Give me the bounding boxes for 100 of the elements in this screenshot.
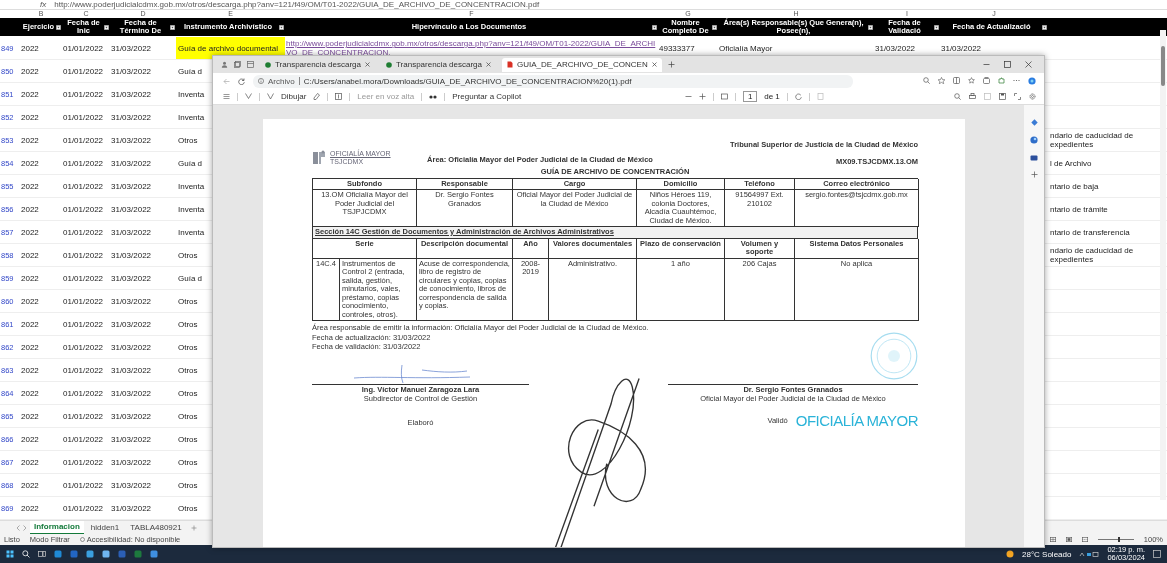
- table-cell: 01/01/2022: [63, 250, 104, 260]
- table-cell: ntario de transferencia: [1050, 227, 1130, 237]
- table-cell: 2022: [21, 135, 39, 145]
- page-count: de 1: [764, 92, 780, 101]
- page-number-field[interactable]: 1: [743, 91, 758, 102]
- table-cell: Guía d: [178, 273, 202, 283]
- table-cell: 31/03/2022: [111, 250, 152, 260]
- formula-text[interactable]: http://www.poderjudicialcdmx.gob.mx/otros/descarga.php?anv=121/f49/OM/T01-2022/GUIA_DE_ARCHIVO_DE_CONCENTRACION.pdf: [54, 0, 540, 9]
- table-cell: Otros: [178, 503, 198, 513]
- table-cell: 2022: [21, 43, 39, 53]
- table-cell: 01/01/2022: [63, 112, 104, 122]
- table-cell: 01/01/2022: [63, 66, 104, 76]
- draw-button[interactable]: Dibujar: [281, 92, 307, 101]
- table-cell: Otros: [178, 457, 198, 467]
- browser-tab[interactable]: GUIA_DE_ARCHIVO_DE_CONCEN: [501, 57, 662, 72]
- browser-tab[interactable]: Transparencia descarga: [381, 57, 496, 72]
- table-cell: 2022: [21, 296, 39, 306]
- table-cell: ndario de caducidad de expedientes: [1050, 246, 1134, 264]
- table-cell: 31/03/2022: [111, 411, 152, 421]
- table-cell: 2022: [21, 204, 39, 214]
- table-cell: 31/03/2022: [111, 112, 152, 122]
- table-cell: 2022: [21, 89, 39, 99]
- table-cell: 2022: [21, 112, 39, 122]
- table-cell: 01/01/2022: [63, 273, 104, 283]
- table-cell: 2022: [21, 388, 39, 398]
- browser-tab[interactable]: Transparencia descarga: [260, 57, 375, 72]
- table-cell: Otros: [178, 296, 198, 306]
- sheet-tab[interactable]: hidden1: [86, 521, 124, 534]
- table-cell: 31/03/2022: [111, 319, 152, 329]
- table-cell: Guía d: [178, 158, 202, 168]
- table-cell: 01/01/2022: [63, 480, 104, 490]
- table-cell: ntario de baja: [1050, 181, 1099, 191]
- table-cell: Otros: [178, 411, 198, 421]
- table-cell: 2022: [21, 158, 39, 168]
- address-bar[interactable]: Archivo C:/Users/anabel.mora/Downloads/GUIA_DE_ARCHIVO_DE_CONCENTRACION%20(1).pdf: [253, 74, 853, 88]
- table-cell: 2022: [21, 250, 39, 260]
- address-scheme: Archivo: [268, 76, 295, 86]
- table-cell: ntario de trámite: [1050, 204, 1108, 214]
- table-cell: 2022: [21, 273, 39, 283]
- table-cell: 31/03/2022: [111, 480, 152, 490]
- table-cell: 49333377: [659, 43, 695, 53]
- table-cell: 31/03/2022: [111, 388, 152, 398]
- table-cell: 31/03/2022: [111, 181, 152, 191]
- table-cell: 31/03/2022: [111, 43, 152, 53]
- table-cell: Guía d: [178, 66, 202, 76]
- table-cell: 2022: [21, 181, 39, 191]
- table-cell: 01/01/2022: [63, 503, 104, 513]
- table-cell: 31/03/2022: [875, 43, 916, 53]
- table-cell: 01/01/2022: [63, 319, 104, 329]
- table-cell: 01/01/2022: [63, 296, 104, 306]
- hyperlink[interactable]: http://www.poderjudicialcdmx.gob.mx/otros/descarga.php?anv=121/f49/OM/T01-2022/GUIA_DE_ARCHIVO_DE_CONCENTRACION.: [286, 39, 657, 57]
- table-cell: 31/03/2022: [111, 457, 152, 467]
- table-cell: 31/03/2022: [111, 296, 152, 306]
- table-cell: 01/01/2022: [63, 388, 104, 398]
- copilot-button[interactable]: Preguntar a Copilot: [452, 92, 522, 101]
- sheet-tab[interactable]: TABLA480921: [126, 521, 186, 534]
- table-cell: 31/03/2022: [111, 89, 152, 99]
- table-cell: 31/03/2022: [111, 66, 152, 76]
- table-cell: 31/03/2022: [111, 365, 152, 375]
- sheet-tab[interactable]: Informacion: [30, 521, 84, 534]
- table-cell: 01/01/2022: [63, 158, 104, 168]
- table-cell: 31/03/2022: [111, 434, 152, 444]
- table-cell: 31/03/2022: [111, 227, 152, 237]
- table-cell: Otros: [178, 319, 198, 329]
- table-cell: Otros: [178, 388, 198, 398]
- function-label: fx: [40, 0, 47, 9]
- table-cell: 31/03/2022: [111, 135, 152, 145]
- table-cell: 01/01/2022: [63, 227, 104, 237]
- table-cell: Otros: [178, 342, 198, 352]
- table-cell: 01/01/2022: [63, 43, 104, 53]
- table-cell: Otros: [178, 365, 198, 375]
- address-text[interactable]: C:/Users/anabel.mora/Downloads/GUIA_DE_ARCHIVO_DE_CONCENTRACION%20(1).pdf: [303, 76, 632, 86]
- table-cell: 01/01/2022: [63, 204, 104, 214]
- table-cell: 2022: [21, 434, 39, 444]
- weather-text[interactable]: 28°C Soleado: [1022, 549, 1072, 559]
- table-cell: 01/01/2022: [63, 434, 104, 444]
- table-cell: Inventa: [178, 227, 205, 237]
- table-cell: 2022: [21, 342, 39, 352]
- table-cell: Inventa: [178, 204, 205, 214]
- table-cell: 01/01/2022: [63, 181, 104, 191]
- table-cell: 31/03/2022: [111, 158, 152, 168]
- table-cell: 2022: [21, 411, 39, 421]
- table-cell: 01/01/2022: [63, 342, 104, 352]
- table-cell: Otros: [178, 480, 198, 490]
- table-cell: Otros: [178, 135, 198, 145]
- table-cell: 01/01/2022: [63, 135, 104, 145]
- table-cell: Otros: [178, 250, 198, 260]
- table-cell: Inventa: [178, 181, 205, 191]
- table-cell: Inventa: [178, 89, 205, 99]
- table-cell: Otros: [178, 434, 198, 444]
- stamp-text: OFICIALÍA MAYOR: [795, 413, 918, 429]
- table-cell: 31/03/2022: [941, 43, 982, 53]
- table-cell: 01/01/2022: [63, 89, 104, 99]
- table-cell: 31/03/2022: [111, 342, 152, 352]
- table-cell: Oficialía Mayor: [719, 43, 773, 53]
- table-cell: 01/01/2022: [63, 365, 104, 375]
- table-cell: 2022: [21, 66, 39, 76]
- table-cell: 2022: [21, 480, 39, 490]
- table-cell: 2022: [21, 319, 39, 329]
- table-cell: 31/03/2022: [111, 204, 152, 214]
